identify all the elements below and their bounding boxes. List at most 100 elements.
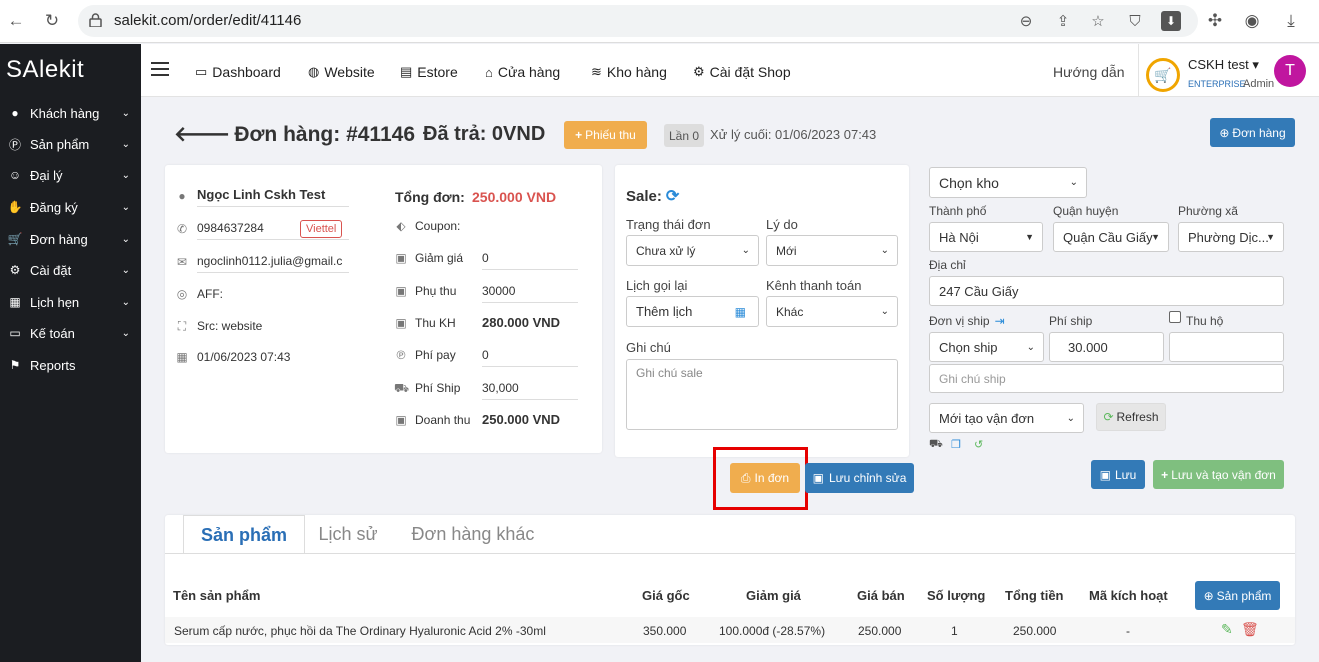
profile-icon[interactable]: ◉	[1240, 9, 1264, 33]
back-icon[interactable]: ←	[4, 9, 28, 33]
city-select[interactable]: Hà Nội ▼	[929, 222, 1043, 252]
status-select[interactable]: Chưa xử lý ⌄	[626, 235, 759, 266]
receipt-button[interactable]: + Phiếu thu	[564, 121, 647, 149]
history-icon[interactable]: ↺	[974, 438, 983, 451]
chevron-down-icon: ⌄	[1026, 341, 1035, 353]
sidebar-item-settings[interactable]: ⚙ Cài đặt ⌄	[6, 258, 136, 282]
tab-other-orders[interactable]: Đơn hàng khác	[398, 515, 548, 554]
city-value: Hà Nội	[939, 229, 979, 245]
add-product-button[interactable]: ⊕ Sản phẩm	[1195, 581, 1280, 610]
reason-select[interactable]: Mới ⌄	[766, 235, 898, 266]
save-create-waybill-button[interactable]: + Lưu và tạo vận đơn	[1153, 460, 1284, 489]
zoom-icon[interactable]: ⊖	[1016, 11, 1036, 31]
nav-dashboard[interactable]: ▭ Dashboard	[195, 64, 281, 80]
truck-icon: ⛟	[394, 381, 410, 395]
truck-icon[interactable]: ⛟	[929, 438, 943, 452]
carrier-value: Chọn ship	[939, 339, 998, 355]
sidebar-item-products[interactable]: Ⓟ Sản phẩm ⌄	[6, 132, 136, 156]
cell-activation: -	[1126, 624, 1130, 638]
waybill-select[interactable]: Mới tạo vận đơn ⌄	[929, 403, 1084, 433]
ward-label: Phường xã	[1178, 204, 1238, 218]
sidebar-item-appointments[interactable]: ▦ Lịch hẹn ⌄	[6, 290, 136, 314]
customer-card: ● Ngọc Linh Cskh Test ✆ 0984637284 Viett…	[165, 165, 602, 453]
trash-icon[interactable]: 🗑	[1241, 621, 1259, 638]
nav-label: Cửa hàng	[497, 64, 561, 80]
sidebar-item-label: Đại lý	[30, 167, 63, 183]
sidebar-item-register[interactable]: ✋ Đăng ký ⌄	[6, 195, 136, 219]
caret-down-icon: ▾	[1252, 57, 1259, 72]
back-arrow-icon[interactable]: 🡐	[174, 122, 230, 147]
sale-title: Sale: ⟳	[626, 186, 679, 206]
collect-value: 280.000 VND	[482, 315, 561, 330]
sidebar-item-customers[interactable]: ● Khách hàng ⌄	[6, 101, 136, 125]
ship-note-input[interactable]: Ghi chú ship	[929, 364, 1284, 393]
shield-icon[interactable]: ⛉	[1125, 11, 1145, 31]
plus-icon: +	[1161, 467, 1169, 482]
payfee-input[interactable]: 0	[482, 348, 578, 367]
top-nav: ▭ Dashboard ◍ Website ▤ Estore ⌂ Cửa hàng ≋ K…	[141, 44, 1319, 97]
share-icon[interactable]: ⇪	[1053, 11, 1073, 31]
nav-estore[interactable]: ▤ Estore	[400, 64, 458, 80]
district-select[interactable]: Quận Cầu Giấy ▼	[1053, 222, 1169, 252]
reload-icon[interactable]: ↻	[40, 9, 64, 33]
status-label: Trạng thái đơn	[626, 217, 711, 232]
user-name[interactable]: CSKH test ▾	[1188, 57, 1259, 73]
status-value: Chưa xử lý	[636, 243, 696, 258]
sign-in-icon[interactable]: ⇥	[995, 314, 1005, 328]
payfee-label: Phí pay	[415, 348, 456, 362]
surcharge-input[interactable]: 30000	[482, 284, 578, 303]
refresh-icon: ⟳	[1103, 410, 1114, 424]
sidebar-item-orders[interactable]: 🛒 Đơn hàng ⌄	[6, 227, 136, 251]
cod-checkbox[interactable]	[1169, 311, 1181, 323]
collect-label: Thu KH	[415, 316, 456, 330]
nav-website[interactable]: ◍ Website	[308, 64, 375, 80]
address-label: Địa chỉ	[929, 258, 966, 272]
tab-products[interactable]: Sản phẩm	[183, 515, 305, 554]
bookmark-star-icon[interactable]: ☆	[1088, 11, 1108, 31]
print-button[interactable]: ⎙ In đơn	[730, 463, 800, 493]
callback-label: Lịch gọi lại	[626, 278, 688, 293]
tab-history[interactable]: Lịch sử	[305, 515, 391, 554]
address-input[interactable]: 247 Cầu Giấy	[929, 276, 1284, 306]
nav-shop-settings[interactable]: ⚙ Cài đặt Shop	[693, 64, 791, 80]
order-button[interactable]: ⊕ Đơn hàng	[1210, 118, 1295, 147]
downloads-icon[interactable]: ⤓	[1279, 9, 1303, 33]
col-sale-price: Giá bán	[857, 588, 905, 603]
avatar[interactable]: T	[1274, 55, 1306, 87]
download-ext-icon[interactable]: ⬇	[1161, 11, 1181, 31]
warehouse-select[interactable]: Chọn kho ⌄	[929, 167, 1087, 198]
carrier-label: Đơn vị ship ⇥	[929, 314, 1005, 328]
copy-icon[interactable]: ❐	[951, 438, 961, 451]
sidebar-item-agents[interactable]: ☺ Đại lý ⌄	[6, 163, 136, 187]
extensions-icon[interactable]: ✣	[1203, 9, 1227, 33]
refresh-button[interactable]: ⟳ Refresh	[1096, 403, 1166, 431]
paid-amount: Đã trả: 0VND	[423, 123, 546, 145]
last-processed: Xử lý cuối: 01/06/2023 07:43	[710, 127, 877, 142]
refresh-label: Refresh	[1116, 410, 1159, 424]
ward-select[interactable]: Phường Dịc... ▼	[1178, 222, 1284, 252]
carrier-select[interactable]: Chọn ship ⌄	[929, 332, 1044, 362]
customer-email[interactable]: ngoclinh0112.julia@gmail.c	[197, 254, 349, 273]
sidebar-item-reports[interactable]: ⚑ Reports	[6, 353, 136, 377]
payment-select[interactable]: Khác ⌄	[766, 296, 898, 327]
save-button[interactable]: ▣ Lưu	[1091, 460, 1145, 489]
cod-input[interactable]	[1169, 332, 1284, 362]
product-icon: Ⓟ	[8, 137, 21, 152]
nav-warehouse[interactable]: ≋ Kho hàng	[591, 64, 667, 80]
help-link[interactable]: Hướng dẫn	[1053, 64, 1124, 80]
callback-input[interactable]: Thêm lịch ▦	[626, 296, 759, 327]
nav-shops[interactable]: ⌂ Cửa hàng	[485, 64, 560, 80]
address-bar[interactable]: salekit.com/order/edit/41146 ⊖ ⇪ ☆ ⛉ ⬇	[78, 5, 1198, 37]
money-icon: ▣	[395, 284, 407, 298]
edit-icon[interactable]: ✎	[1221, 621, 1233, 638]
sidebar-item-accounting[interactable]: ▭ Kế toán ⌄	[6, 321, 136, 345]
district-value: Quận Cầu Giấy	[1063, 229, 1153, 245]
menu-toggle-icon[interactable]	[151, 62, 169, 78]
ship-fee-input[interactable]: 30.000	[1049, 332, 1164, 362]
shipfee-input[interactable]: 30,000	[482, 381, 578, 400]
nav-divider	[1138, 44, 1139, 97]
discount-input[interactable]: 0	[482, 251, 578, 270]
refresh-icon[interactable]: ⟳	[666, 186, 679, 206]
note-textarea[interactable]: Ghi chú sale	[626, 359, 898, 430]
save-edit-button[interactable]: ▣ Lưu chỉnh sửa	[805, 463, 914, 493]
